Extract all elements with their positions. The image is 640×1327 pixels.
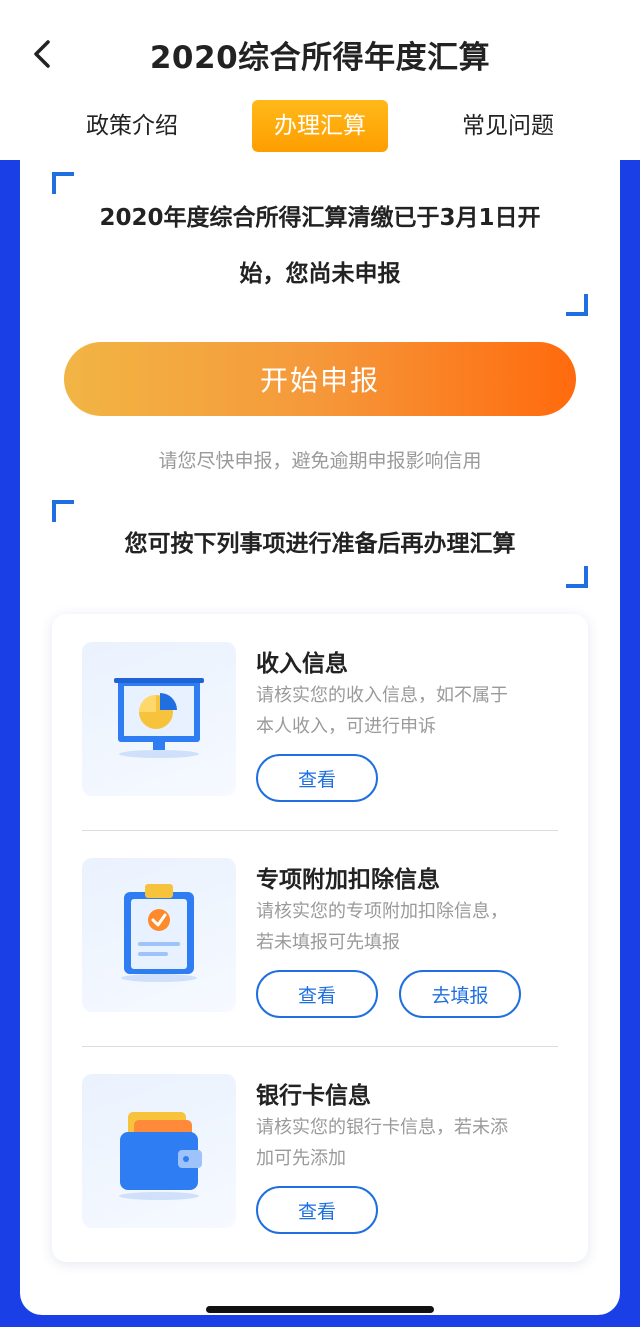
chart-board-icon — [82, 642, 236, 796]
wallet-icon — [82, 1074, 236, 1228]
bank-card-item: 银行卡信息 请核实您的银行卡信息，若未添 加可先添加 查看 — [52, 1046, 588, 1262]
home-indicator[interactable] — [206, 1306, 434, 1313]
tab-faq[interactable]: 常见问题 — [440, 100, 576, 152]
corner-bracket-bottom-right — [566, 566, 588, 588]
filing-hint: 请您尽快申报，避免逾期申报影响信用 — [158, 450, 482, 472]
corner-bracket-top-left — [52, 500, 74, 522]
item-title: 专项附加扣除信息 — [256, 867, 440, 893]
filing-notice: 2020年度综合所得汇算清缴已于3月1日开 始，您尚未申报 — [60, 190, 580, 302]
page-title: 2020综合所得年度汇算 — [149, 40, 491, 76]
clipboard-check-icon — [82, 858, 236, 1012]
special-deduction-item: 专项附加扣除信息 请核实您的专项附加扣除信息， 若未填报可先填报 查看 去填报 — [52, 830, 588, 1046]
tab-bar: 政策介绍 办理汇算 常见问题 — [0, 100, 640, 152]
item-description: 请核实您的专项附加扣除信息， 若未填报可先填报 — [256, 896, 556, 958]
item-title: 银行卡信息 — [256, 1083, 371, 1109]
item-desc-line: 请核实您的收入信息，如不属于 — [256, 685, 508, 706]
preparation-card: 收入信息 请核实您的收入信息，如不属于 本人收入，可进行申诉 查看 专项附加扣除… — [52, 614, 588, 1262]
item-desc-line: 请核实您的银行卡信息，若未添 — [256, 1117, 508, 1138]
tab-process-settlement[interactable]: 办理汇算 — [252, 100, 388, 152]
item-description: 请核实您的收入信息，如不属于 本人收入，可进行申诉 — [256, 680, 556, 742]
app-header: 2020综合所得年度汇算 政策介绍 办理汇算 常见问题 — [0, 0, 640, 160]
item-description: 请核实您的银行卡信息，若未添 加可先添加 — [256, 1112, 556, 1174]
start-filing-button[interactable]: 开始申报 — [64, 342, 576, 416]
item-desc-line: 若未填报可先填报 — [256, 932, 400, 953]
notice-line-1: 2020年度综合所得汇算清缴已于3月1日开 — [99, 205, 541, 231]
income-info-item: 收入信息 请核实您的收入信息，如不属于 本人收入，可进行申诉 查看 — [52, 614, 588, 830]
view-income-button[interactable]: 查看 — [256, 754, 378, 802]
tab-policy-intro[interactable]: 政策介绍 — [62, 100, 202, 152]
item-desc-line: 请核实您的专项附加扣除信息， — [256, 901, 508, 922]
item-desc-line: 本人收入，可进行申诉 — [256, 716, 436, 737]
item-desc-line: 加可先添加 — [256, 1148, 346, 1169]
notice-line-2: 始，您尚未申报 — [239, 261, 401, 287]
view-deduction-button[interactable]: 查看 — [256, 970, 378, 1018]
preparation-title: 您可按下列事项进行准备后再办理汇算 — [124, 531, 516, 557]
item-title: 收入信息 — [256, 651, 348, 677]
fill-deduction-button[interactable]: 去填报 — [399, 970, 521, 1018]
view-bank-card-button[interactable]: 查看 — [256, 1186, 378, 1234]
